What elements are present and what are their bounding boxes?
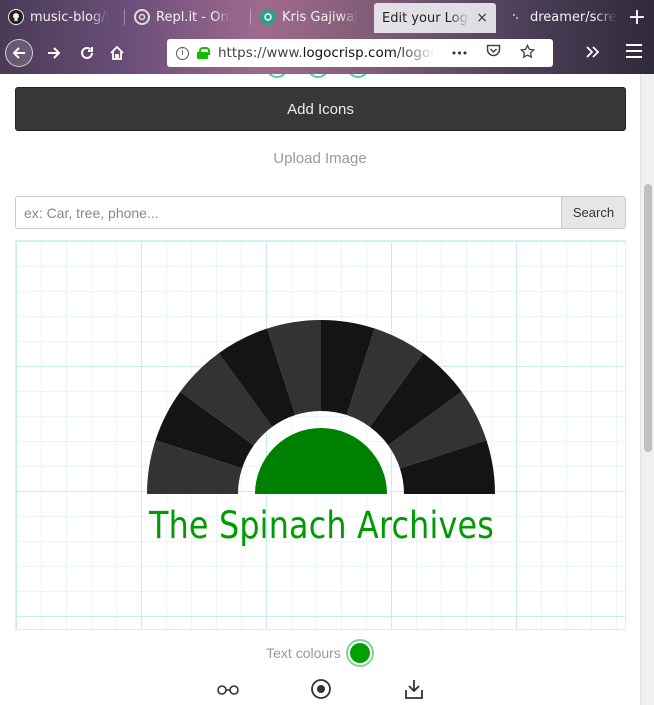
navigation-bar: i https://www.logocrisp.com/logom ••• [0, 33, 654, 74]
icon-search-input[interactable] [15, 196, 561, 229]
reload-button[interactable] [73, 39, 101, 67]
tab-label: Kris Gajiwal [282, 9, 358, 25]
swatch-fill [349, 643, 370, 663]
tab-label: Edit your Log [382, 10, 468, 26]
search-button[interactable]: Search [561, 196, 626, 229]
arrow-right-icon [48, 47, 61, 59]
pocket-icon[interactable] [482, 44, 504, 62]
target-icon[interactable] [310, 678, 332, 704]
tab-edit-your-logo[interactable]: Edit your Log × [374, 3, 496, 33]
bottom-toolbar [0, 675, 640, 705]
url-suffix: /logom [396, 45, 436, 61]
arrow-left-icon [12, 47, 25, 59]
tab-separator [250, 9, 251, 25]
close-icon[interactable]: × [476, 10, 488, 26]
site-icon [508, 9, 524, 25]
add-icons-button[interactable]: Add Icons [15, 87, 626, 131]
tab-label: dreamer/scre [530, 9, 617, 25]
reload-icon [81, 46, 93, 59]
info-icon[interactable]: i [176, 46, 189, 60]
download-icon[interactable] [404, 678, 424, 704]
new-tab-button[interactable]: + [622, 2, 652, 32]
url-text[interactable]: https://www.logocrisp.com/logom [218, 45, 436, 61]
tool-icon-partial[interactable] [347, 74, 369, 78]
home-button[interactable] [103, 39, 131, 67]
github-icon [8, 9, 24, 25]
tab-music-blog[interactable]: music-blog/i [0, 2, 122, 32]
tool-icon-partial[interactable] [266, 74, 288, 78]
text-colours-row: Text colours [0, 639, 640, 667]
logo-icon-graphic[interactable] [16, 241, 627, 631]
text-colours-label: Text colours [266, 645, 341, 661]
back-button[interactable] [5, 39, 33, 67]
logo-text[interactable]: The Spinach Archives [59, 504, 584, 547]
replit-icon [134, 9, 150, 25]
logo-center-semicircle [255, 428, 387, 494]
plus-icon: + [627, 4, 647, 30]
hamburger-menu-icon[interactable] [626, 44, 642, 62]
vertical-scrollbar[interactable] [640, 74, 654, 705]
overflow-chevron-icon[interactable] [585, 43, 601, 64]
tab-dreamer[interactable]: dreamer/scre [500, 2, 620, 32]
forward-button[interactable] [40, 39, 68, 67]
page-actions-icon[interactable]: ••• [448, 47, 470, 60]
scrollbar-thumb[interactable] [644, 184, 652, 452]
browser-chrome: music-blog/i Repl.it - Onl Kris Gajiwal … [0, 0, 654, 74]
tab-label: music-blog/i [30, 9, 110, 25]
url-prefix: https://www. [218, 45, 303, 61]
tab-bar: music-blog/i Repl.it - Onl Kris Gajiwal … [0, 0, 654, 33]
tab-separator [124, 9, 125, 25]
upload-image-link[interactable]: Upload Image [0, 150, 640, 167]
tab-replit[interactable]: Repl.it - Onl [126, 2, 248, 32]
url-domain: logocrisp.com [302, 45, 397, 61]
glasses-icon[interactable] [217, 681, 239, 700]
logo-canvas[interactable]: The Spinach Archives [15, 240, 626, 630]
site-icon [260, 9, 276, 25]
home-icon [110, 45, 124, 60]
tab-label: Repl.it - Onl [156, 9, 233, 25]
tab-kris-gajiwala[interactable]: Kris Gajiwal [252, 2, 374, 32]
page-content: Add Icons Upload Image Search The Spinac… [0, 74, 640, 705]
address-bar[interactable]: i https://www.logocrisp.com/logom ••• [167, 39, 553, 67]
text-colour-swatch[interactable] [345, 639, 374, 667]
lock-icon[interactable] [197, 47, 210, 59]
bookmark-star-icon[interactable] [516, 43, 538, 63]
tool-icon-partial[interactable] [307, 74, 329, 78]
